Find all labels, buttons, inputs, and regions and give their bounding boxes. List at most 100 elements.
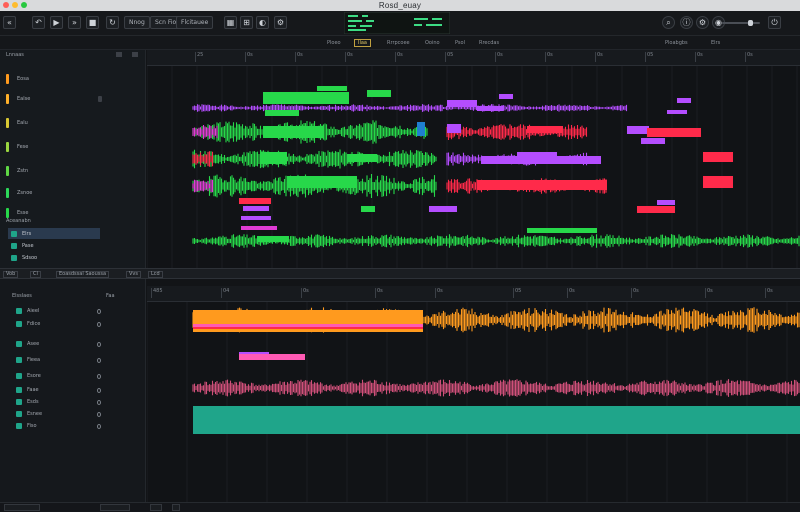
divider-label[interactable]: Vob — [3, 271, 19, 278]
back-icon[interactable]: ↶ — [32, 16, 45, 29]
pan-knob[interactable] — [97, 357, 101, 363]
editor-view[interactable] — [147, 302, 800, 502]
stop-icon[interactable]: ■ — [86, 16, 99, 29]
audio-waveform[interactable] — [446, 124, 588, 140]
status-box[interactable] — [172, 504, 180, 511]
midi-region[interactable] — [263, 92, 349, 104]
midi-region[interactable] — [703, 176, 733, 188]
audio-waveform[interactable] — [192, 151, 214, 167]
divider-label[interactable]: Eoasdssal Saoussa — [56, 271, 110, 278]
snap-icon[interactable]: ⊞ — [240, 16, 253, 29]
midi-region[interactable] — [647, 128, 701, 137]
midi-region[interactable] — [499, 94, 513, 99]
settings-toolbar-icon[interactable]: ⚙ — [274, 16, 287, 29]
rewind-icon[interactable]: « — [3, 16, 16, 29]
midi-region[interactable] — [447, 124, 461, 133]
midi-region[interactable] — [477, 106, 503, 111]
group-header[interactable]: Aceanabn — [0, 216, 146, 226]
midi-region[interactable] — [317, 86, 347, 91]
editor-row[interactable]: Fiso — [0, 419, 146, 433]
track-row[interactable]: Zstn — [0, 164, 146, 178]
midi-region[interactable] — [527, 228, 597, 233]
midi-region[interactable] — [239, 354, 305, 360]
tab-ploabgbs[interactable]: Ploabgbs — [662, 39, 691, 47]
settings-icon[interactable]: ⚙ — [696, 16, 709, 29]
audio-region-stripe[interactable] — [193, 324, 423, 327]
track-row[interactable]: Zsnoe — [0, 186, 146, 200]
tab-psol[interactable]: Psol — [452, 39, 468, 47]
midi-region[interactable] — [429, 206, 457, 212]
arrange-canvas[interactable] — [147, 66, 800, 268]
grid-icon[interactable]: ▦ — [224, 16, 237, 29]
editor-row[interactable]: Asee — [0, 337, 146, 351]
divider-label[interactable]: Vvs — [126, 271, 141, 278]
midi-region[interactable] — [637, 206, 675, 213]
loop-icon[interactable]: ↻ — [106, 16, 119, 29]
pan-knob[interactable] — [97, 399, 101, 405]
editor-row[interactable]: Fieea — [0, 353, 146, 367]
close-window-icon[interactable] — [3, 2, 9, 8]
tab-ooino[interactable]: Ooino — [422, 39, 443, 47]
editor-row[interactable]: Fdice — [0, 317, 146, 331]
pan-knob[interactable] — [97, 387, 101, 393]
midi-region[interactable] — [243, 206, 269, 211]
add-track-icon[interactable] — [132, 52, 138, 57]
divider-label[interactable]: Cl — [30, 271, 41, 278]
pan-knob[interactable] — [97, 373, 101, 379]
pan-knob[interactable] — [97, 411, 101, 417]
editor-canvas[interactable] — [147, 302, 800, 502]
editor-row[interactable]: Esore — [0, 369, 146, 383]
tab-elrs[interactable]: Elrs — [708, 39, 723, 47]
midi-region[interactable] — [703, 152, 733, 162]
midi-region[interactable] — [239, 352, 269, 354]
editor-ruler[interactable]: 485 04 0s 0s 0s 05 0s 0s 0s 0s — [147, 286, 800, 302]
collapse-icon[interactable] — [116, 52, 122, 57]
teal-region[interactable] — [193, 406, 800, 434]
pan-knob[interactable] — [97, 321, 101, 327]
midi-region[interactable] — [677, 98, 691, 103]
audio-waveform[interactable] — [192, 104, 628, 112]
midi-region[interactable] — [241, 216, 271, 220]
search-icon[interactable]: ⌕ — [662, 16, 675, 29]
midi-region[interactable] — [417, 122, 425, 136]
midi-region[interactable] — [477, 180, 607, 190]
midi-region[interactable] — [517, 152, 557, 158]
play-icon[interactable]: ▶ — [50, 16, 63, 29]
midi-region[interactable] — [257, 236, 289, 242]
tab-rrecdas[interactable]: Rrecdas — [476, 39, 502, 47]
audio-waveform[interactable] — [192, 149, 437, 169]
midi-region[interactable] — [261, 152, 287, 164]
track-row[interactable]: Ealu — [0, 116, 146, 130]
timeline-ruler[interactable]: 25 0s 0s 0s 0s 05 0s 0s 0s 05 0s 0s — [147, 50, 800, 66]
midi-region[interactable] — [347, 154, 377, 162]
feature-label[interactable]: Flcitauee — [176, 16, 214, 29]
midi-region[interactable] — [241, 226, 277, 230]
master-volume-slider[interactable] — [722, 20, 760, 26]
midi-region[interactable] — [527, 126, 563, 133]
midi-region[interactable] — [447, 100, 477, 107]
arrange-view[interactable] — [147, 66, 800, 268]
midi-region[interactable] — [361, 206, 375, 212]
minimize-window-icon[interactable] — [12, 2, 18, 8]
midi-region[interactable] — [367, 90, 391, 97]
group-item[interactable]: Sdsoo — [8, 252, 100, 263]
midi-region[interactable] — [641, 138, 665, 144]
pan-knob[interactable] — [97, 308, 101, 314]
tab-rrrpcoee[interactable]: Rrrpcoee — [384, 39, 413, 47]
slider-knob[interactable] — [748, 20, 753, 26]
midi-region[interactable] — [287, 176, 357, 188]
track-row[interactable]: Fese — [0, 140, 146, 154]
track-menu-button[interactable] — [98, 96, 102, 102]
track-row[interactable]: Ealse — [0, 92, 146, 106]
divider-label[interactable]: Lcd — [148, 271, 163, 278]
tab-ilaa[interactable]: Ilaa — [354, 39, 371, 47]
pan-knob[interactable] — [97, 423, 101, 429]
rose-waveform[interactable] — [192, 379, 800, 397]
info-icon[interactable]: ⓘ — [680, 16, 693, 29]
forward-icon[interactable]: » — [68, 16, 81, 29]
editor-row[interactable]: Aieel — [0, 304, 146, 318]
midi-region[interactable] — [263, 126, 323, 138]
tab-ploeo[interactable]: Ploeo — [324, 39, 344, 47]
group-item[interactable]: Elrs — [8, 228, 100, 239]
mode-label[interactable]: Nnog — [124, 16, 150, 29]
